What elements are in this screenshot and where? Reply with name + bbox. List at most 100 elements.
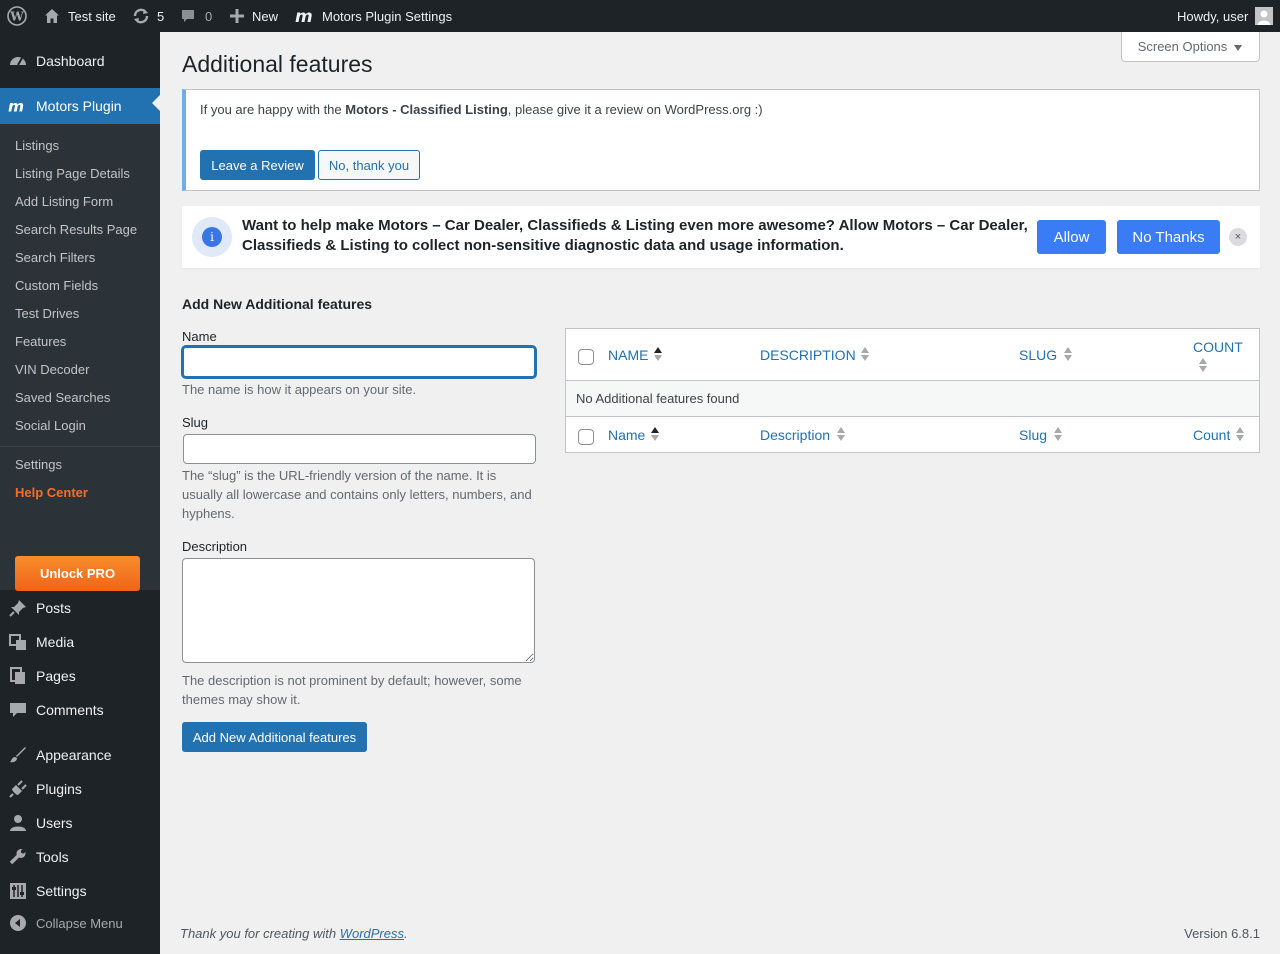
submenu-features[interactable]: Features: [15, 334, 66, 349]
menu-settings[interactable]: Settings: [0, 874, 160, 908]
menu-dashboard[interactable]: Dashboard: [0, 44, 160, 78]
usage-tracking-message: Want to help make Motors – Car Dealer, C…: [242, 217, 1028, 254]
submenu-search-results-page[interactable]: Search Results Page: [15, 222, 137, 237]
new-label: New: [252, 8, 279, 24]
footer-thanks: Thank you for creating with WordPress.: [180, 926, 408, 941]
submenu-search-filters[interactable]: Search Filters: [15, 250, 95, 265]
motors-submenu: Listings Listing Page Details Add Listin…: [0, 124, 160, 591]
caret-down-icon: [1233, 39, 1243, 54]
screen-options-label: Screen Options: [1137, 39, 1228, 54]
leave-review-button[interactable]: Leave a Review: [200, 150, 315, 180]
screen-options-button[interactable]: Screen Options: [1121, 32, 1260, 62]
name-input[interactable]: [182, 346, 536, 378]
slug-label: Slug: [182, 415, 209, 430]
menu-media[interactable]: Media: [0, 625, 160, 659]
menu-users-label: Users: [36, 815, 73, 831]
submenu-add-listing-form[interactable]: Add Listing Form: [15, 194, 113, 209]
plus-icon: [230, 9, 244, 23]
motors-logo-icon: m: [295, 8, 317, 24]
submenu-help-center[interactable]: Help Center: [15, 485, 88, 500]
menu-posts[interactable]: Posts: [0, 591, 160, 625]
submenu-custom-fields[interactable]: Custom Fields: [15, 278, 98, 293]
menu-comments-label: Comments: [36, 702, 104, 718]
plugin-name: Motors - Classified Listing: [345, 102, 508, 117]
wordpress-link[interactable]: WordPress: [340, 926, 404, 941]
slug-input[interactable]: [183, 434, 536, 464]
motors-settings-label: Motors Plugin Settings: [322, 8, 453, 24]
column-header-count[interactable]: COUNT: [1193, 339, 1243, 355]
comment-bubble-icon: [8, 700, 28, 720]
motors-settings-link[interactable]: m Motors Plugin Settings: [295, 0, 452, 32]
site-name: Test site: [68, 8, 116, 24]
dashboard-gauge-icon: [8, 51, 28, 71]
menu-motors-plugin[interactable]: m Motors Plugin: [0, 88, 160, 124]
column-footer-slug[interactable]: Slug: [1019, 427, 1047, 443]
select-all-checkbox-footer[interactable]: [578, 429, 594, 445]
menu-users[interactable]: Users: [0, 806, 160, 840]
submenu-social-login[interactable]: Social Login: [15, 418, 86, 433]
menu-comments[interactable]: Comments: [0, 693, 160, 727]
slug-help-text: The “slug” is the URL-friendly version o…: [182, 468, 532, 521]
svg-text:m: m: [8, 98, 24, 114]
menu-tools-label: Tools: [36, 849, 69, 865]
column-header-slug[interactable]: SLUG: [1019, 347, 1057, 363]
submenu-vin-decoder[interactable]: VIN Decoder: [15, 362, 89, 377]
column-footer-description[interactable]: Description: [760, 427, 830, 443]
table-footer-row: Name Description Slug Count: [566, 417, 1259, 452]
column-header-description[interactable]: DESCRIPTION: [760, 347, 856, 363]
sort-ascending-icon: [651, 427, 659, 441]
collapse-menu-button[interactable]: Collapse Menu: [0, 906, 160, 940]
collapse-arrow-icon: [8, 913, 28, 933]
submenu-test-drives[interactable]: Test Drives: [15, 306, 79, 321]
sort-ascending-icon: [654, 347, 662, 361]
svg-text:m: m: [295, 8, 313, 24]
table-row: No Additional features found: [566, 381, 1259, 417]
close-icon[interactable]: ×: [1229, 228, 1247, 246]
media-icon: [8, 632, 28, 652]
usage-tracking-notice: i Want to help make Motors – Car Dealer,…: [182, 206, 1260, 268]
user-account-menu[interactable]: Howdy, user: [1177, 0, 1274, 32]
new-content-link[interactable]: New: [230, 0, 278, 32]
menu-tools[interactable]: Tools: [0, 840, 160, 874]
comments-link[interactable]: 0: [180, 0, 212, 32]
site-name-link[interactable]: Test site: [44, 0, 116, 32]
collapse-menu-label: Collapse Menu: [36, 915, 123, 931]
menu-dashboard-label: Dashboard: [36, 53, 105, 69]
howdy-text: Howdy, user: [1177, 8, 1249, 24]
no-thank-you-button[interactable]: No, thank you: [318, 150, 420, 180]
menu-appearance-label: Appearance: [36, 747, 112, 763]
name-help-text: The name is how it appears on your site.: [182, 382, 417, 397]
info-icon: i: [192, 217, 232, 257]
updates-count: 5: [157, 8, 165, 24]
submenu-listings[interactable]: Listings: [15, 138, 59, 153]
sort-icon: [1054, 427, 1062, 441]
updates-link[interactable]: 5: [132, 0, 164, 32]
allow-button[interactable]: Allow: [1037, 220, 1106, 254]
wordpress-logo-icon[interactable]: W: [7, 0, 27, 32]
menu-appearance[interactable]: Appearance: [0, 738, 160, 772]
pages-icon: [8, 666, 28, 686]
features-table: NAME DESCRIPTION SLUG COUNT No Additiona…: [565, 328, 1260, 453]
column-footer-name[interactable]: Name: [608, 427, 645, 443]
sort-icon: [837, 427, 845, 441]
submenu-settings[interactable]: Settings: [15, 457, 62, 472]
no-thanks-button[interactable]: No Thanks: [1117, 220, 1220, 254]
menu-plugins[interactable]: Plugins: [0, 772, 160, 806]
main-content: Screen Options Additional features If yo…: [160, 32, 1280, 954]
sort-icon: [861, 347, 869, 361]
sort-icon: [1236, 427, 1244, 441]
description-textarea[interactable]: [182, 558, 535, 663]
menu-pages-label: Pages: [36, 668, 76, 684]
add-new-feature-button[interactable]: Add New Additional features: [182, 722, 367, 752]
footer-version: Version 6.8.1: [1184, 926, 1260, 941]
menu-media-label: Media: [36, 634, 75, 650]
column-footer-count[interactable]: Count: [1193, 427, 1230, 443]
column-header-name[interactable]: NAME: [608, 347, 648, 363]
menu-pages[interactable]: Pages: [0, 659, 160, 693]
current-menu-arrow: [152, 95, 160, 111]
submenu-listing-page-details[interactable]: Listing Page Details: [15, 166, 130, 181]
unlock-pro-button[interactable]: Unlock PRO: [15, 556, 140, 591]
users-icon: [8, 813, 28, 833]
submenu-saved-searches[interactable]: Saved Searches: [15, 390, 110, 405]
select-all-checkbox[interactable]: [578, 349, 594, 365]
